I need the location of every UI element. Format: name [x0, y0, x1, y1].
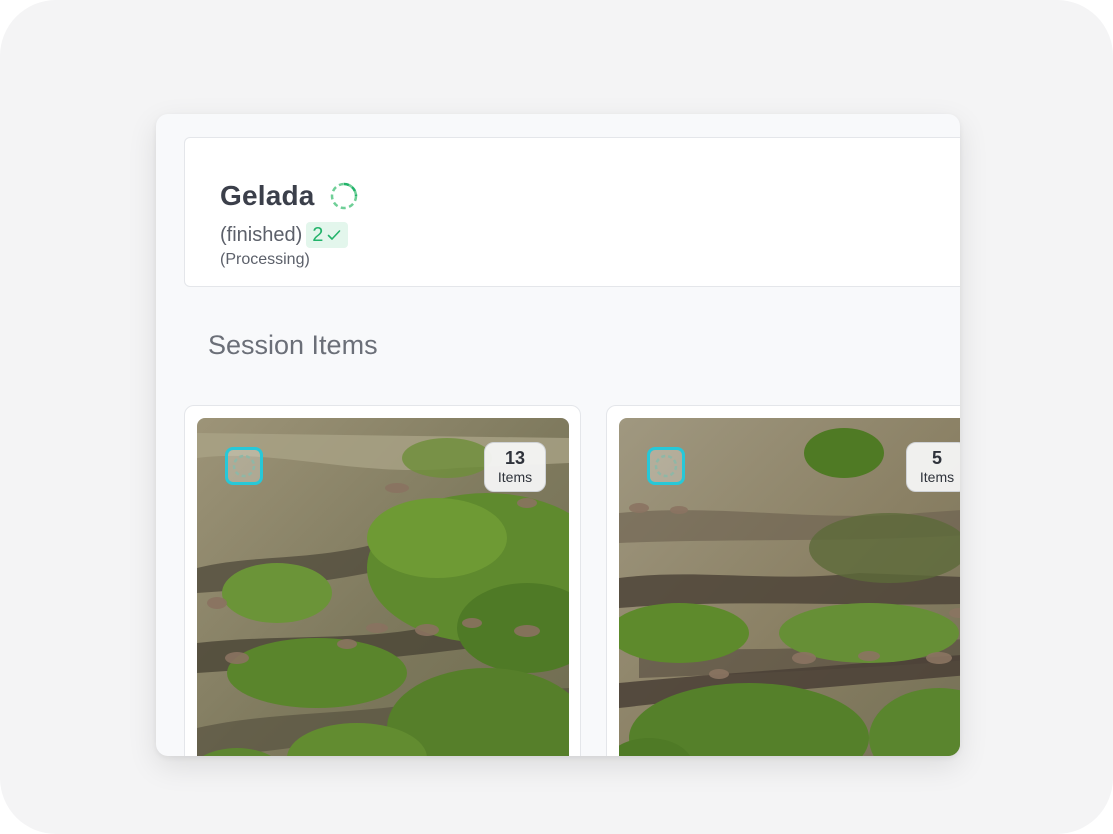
item-count-badge: 13 Items: [484, 442, 546, 492]
session-title-row: Gelada: [220, 180, 359, 212]
finished-count: 2: [312, 223, 324, 246]
session-item-card[interactable]: 5 Items: [606, 405, 960, 756]
session-title: Gelada: [220, 180, 315, 211]
session-item-card[interactable]: 13 Items: [184, 405, 581, 756]
item-count: 5: [931, 448, 942, 468]
item-status-chip: [225, 447, 263, 485]
item-count: 13: [504, 448, 526, 468]
aerial-thumbnail[interactable]: 13 Items: [197, 418, 569, 756]
loading-spinner-icon: [330, 182, 357, 210]
session-status: (finished): [220, 223, 303, 246]
aerial-thumbnail[interactable]: 5 Items: [619, 418, 960, 756]
finished-count-badge: 2: [306, 222, 349, 248]
item-count-label: Items: [919, 469, 955, 485]
app-window: Gelada (finished) 2 (Processing) Session…: [156, 114, 960, 756]
session-header-card: Gelada (finished) 2 (Processing): [184, 137, 960, 287]
item-count-label: Items: [497, 469, 533, 485]
item-count-badge: 5 Items: [906, 442, 960, 492]
item-status-chip: [647, 447, 685, 485]
loading-spinner-icon: [232, 454, 256, 478]
session-status-row: (finished) 2: [220, 222, 349, 248]
check-icon: [328, 230, 341, 240]
loading-spinner-icon: [654, 454, 678, 478]
processing-label: (Processing): [220, 251, 310, 268]
section-title: Session Items: [208, 330, 378, 360]
